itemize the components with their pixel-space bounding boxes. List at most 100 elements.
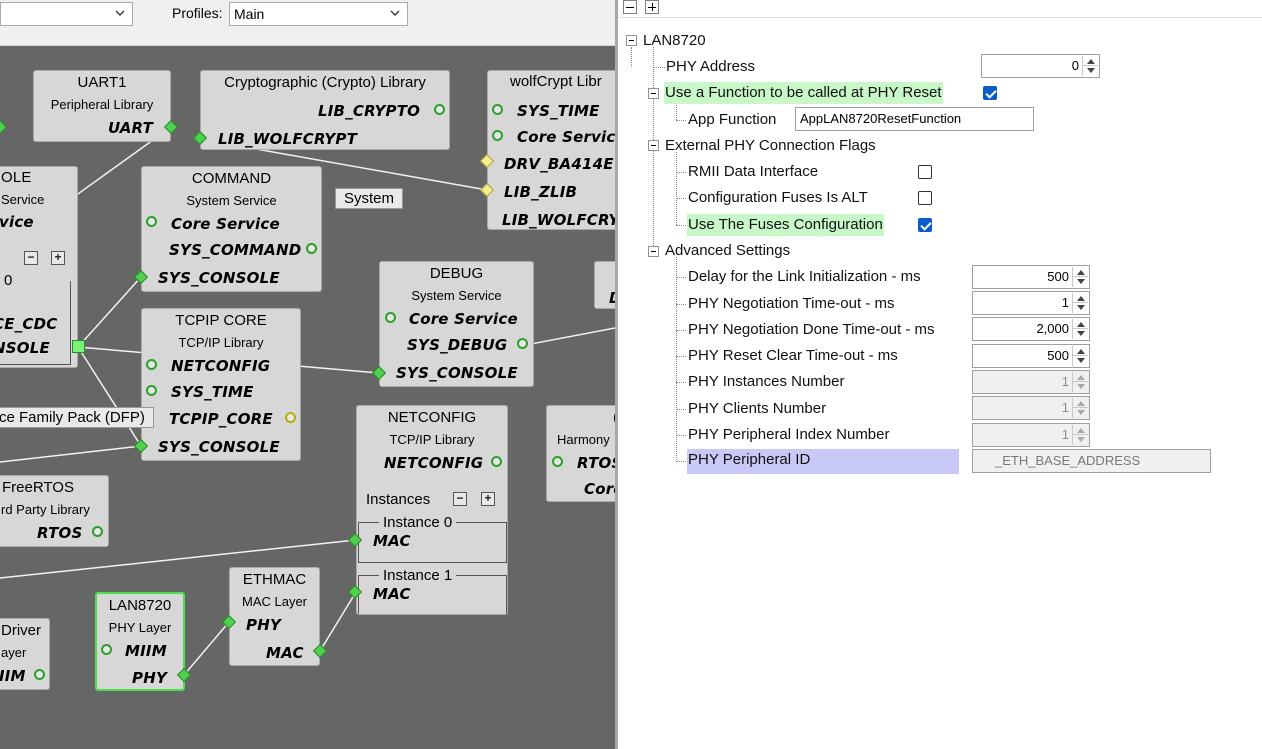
- arrow-up-icon: [1087, 59, 1095, 64]
- partial-component[interactable]: D: [594, 261, 615, 309]
- port-circle[interactable]: [146, 385, 157, 396]
- component-combo[interactable]: [0, 2, 133, 26]
- add-instance-button[interactable]: +: [51, 251, 65, 265]
- component-title: wolfCrypt Libr: [510, 73, 602, 90]
- port-label: SYS_CONSOLE: [396, 364, 518, 382]
- port-circle[interactable]: [492, 130, 503, 141]
- component-subtitle: Harmony: [557, 432, 610, 447]
- arrow-down-icon: [1077, 305, 1085, 310]
- neg-done-timeout-spinner[interactable]: 2,000: [972, 317, 1090, 341]
- tree-line: [653, 67, 665, 68]
- component-title: TCPIP CORE: [175, 312, 267, 329]
- tree-line: [676, 277, 686, 278]
- component-title: Driver: [1, 622, 41, 639]
- tree-line: [676, 435, 686, 436]
- port-circle[interactable]: [434, 104, 445, 115]
- collapse-all-button[interactable]: [623, 0, 637, 14]
- port-circle[interactable]: [517, 338, 528, 349]
- lan8720-component[interactable]: LAN8720 PHY Layer MIIM PHY: [95, 592, 185, 691]
- profiles-label: Profiles:: [172, 5, 223, 21]
- port-circle[interactable]: [146, 216, 157, 227]
- collapse-toggle[interactable]: [648, 88, 659, 99]
- port-label: LIB_WOLFCRYPT: [218, 130, 358, 148]
- spinner-arrows[interactable]: [1082, 56, 1098, 76]
- device-family-pack-chip[interactable]: ce Family Pack (DFP): [0, 407, 154, 428]
- profiles-combo[interactable]: Main: [229, 2, 408, 26]
- harmony-component[interactable]: ( Harmony RTOS Core: [546, 405, 615, 502]
- delay-link-spinner[interactable]: 500: [972, 265, 1090, 289]
- minus-icon: [626, 7, 634, 8]
- instances-number-label: PHY Instances Number: [688, 373, 845, 390]
- console-component[interactable]: OLE Service vice − + 0 CE_CDC NSOLE: [0, 166, 78, 368]
- remove-instance-button[interactable]: −: [453, 492, 467, 506]
- component-title: NETCONFIG: [387, 409, 477, 426]
- port-label: PHY: [246, 616, 282, 634]
- arrow-down-icon: [1077, 331, 1085, 336]
- spinner-value: 1: [1061, 400, 1069, 415]
- component-subtitle: ayer: [1, 645, 27, 660]
- advanced-settings-label: Advanced Settings: [665, 242, 791, 259]
- port-circle[interactable]: [552, 456, 563, 467]
- arrow-up-icon: [1077, 349, 1085, 354]
- tree-root-label[interactable]: LAN8720: [642, 30, 707, 52]
- app-function-field[interactable]: AppLAN8720ResetFunction: [795, 107, 1034, 131]
- use-fuses-checkbox[interactable]: [918, 218, 932, 232]
- chevron-down-icon: [390, 10, 400, 16]
- uart1-component[interactable]: UART1 Peripheral Library UART: [33, 70, 171, 142]
- collapse-toggle[interactable]: [648, 140, 659, 151]
- arrow-down-icon: [1077, 437, 1085, 442]
- collapse-toggle[interactable]: [626, 35, 637, 46]
- netconfig-component[interactable]: NETCONFIG TCP/IP Library NETCONFIG Insta…: [356, 405, 508, 615]
- freertos-component[interactable]: FreeRTOS rd Party Library RTOS: [0, 475, 109, 547]
- add-instance-button[interactable]: +: [481, 492, 495, 506]
- port-label: SYS_CONSOLE: [158, 438, 280, 456]
- port-circle[interactable]: [146, 359, 157, 370]
- spinner-arrows[interactable]: [1072, 267, 1088, 287]
- port-circle[interactable]: [101, 644, 112, 655]
- debug-component[interactable]: DEBUG System Service Core Service SYS_DE…: [379, 261, 534, 387]
- port-circle[interactable]: [492, 104, 503, 115]
- collapse-toggle[interactable]: [648, 246, 659, 257]
- phy-address-spinner[interactable]: 0: [981, 54, 1100, 78]
- wolfcrypt-library-component[interactable]: wolfCrypt Libr SYS_TIME Core Service DRV…: [487, 70, 615, 230]
- tree-line: [676, 257, 677, 462]
- rmii-checkbox[interactable]: [918, 165, 932, 179]
- instance-0[interactable]: Instance 0 MAC: [358, 514, 507, 563]
- spinner-arrows[interactable]: [1072, 346, 1088, 366]
- expand-all-button[interactable]: [645, 0, 659, 14]
- tree-line: [676, 152, 677, 225]
- neg-timeout-spinner[interactable]: 1: [972, 291, 1090, 315]
- crypto-library-component[interactable]: Cryptographic (Crypto) Library LIB_CRYPT…: [200, 70, 450, 150]
- options-toolbar: [618, 0, 1262, 18]
- ethmac-component[interactable]: ETHMAC MAC Layer PHY MAC: [229, 567, 320, 666]
- spinner-value: 500: [1047, 269, 1069, 284]
- spinner-arrows[interactable]: [1072, 293, 1088, 313]
- system-chip[interactable]: System: [335, 188, 404, 209]
- arrow-down-icon: [1077, 279, 1085, 284]
- config-fuses-alt-checkbox[interactable]: [918, 191, 932, 205]
- component-subtitle: TCP/IP Library: [178, 335, 264, 350]
- arrow-down-icon: [1077, 384, 1085, 389]
- port-circle[interactable]: [306, 243, 317, 254]
- use-function-checkbox[interactable]: [983, 86, 997, 100]
- port-circle[interactable]: [385, 312, 396, 323]
- spinner-arrows[interactable]: [1072, 319, 1088, 339]
- tcpip-core-component[interactable]: TCPIP CORE TCP/IP Library NETCONFIG SYS_…: [141, 308, 301, 461]
- port-circle[interactable]: [92, 526, 103, 537]
- command-component[interactable]: COMMAND System Service Core Service SYS_…: [141, 166, 322, 292]
- remove-instance-button[interactable]: −: [24, 251, 38, 265]
- port-circle[interactable]: [285, 412, 296, 423]
- reset-clear-timeout-label: PHY Reset Clear Time-out - ms: [688, 347, 898, 364]
- driver-component[interactable]: Driver ayer IIM: [0, 618, 50, 690]
- port-circle[interactable]: [491, 456, 502, 467]
- console-port-square[interactable]: [72, 340, 85, 353]
- port-label: SYS_TIME: [517, 102, 600, 120]
- instances-number-spinner: 1: [972, 370, 1090, 394]
- reset-clear-timeout-spinner[interactable]: 500: [972, 344, 1090, 368]
- spinner-value: 1: [1061, 295, 1069, 310]
- instance-1[interactable]: Instance 1 MAC: [358, 567, 507, 614]
- project-graph-canvas[interactable]: UART1 Peripheral Library UART Cryptograp…: [0, 46, 615, 749]
- component-subtitle: MAC Layer: [241, 594, 308, 609]
- port-label: MAC: [373, 532, 411, 550]
- port-circle[interactable]: [34, 669, 45, 680]
